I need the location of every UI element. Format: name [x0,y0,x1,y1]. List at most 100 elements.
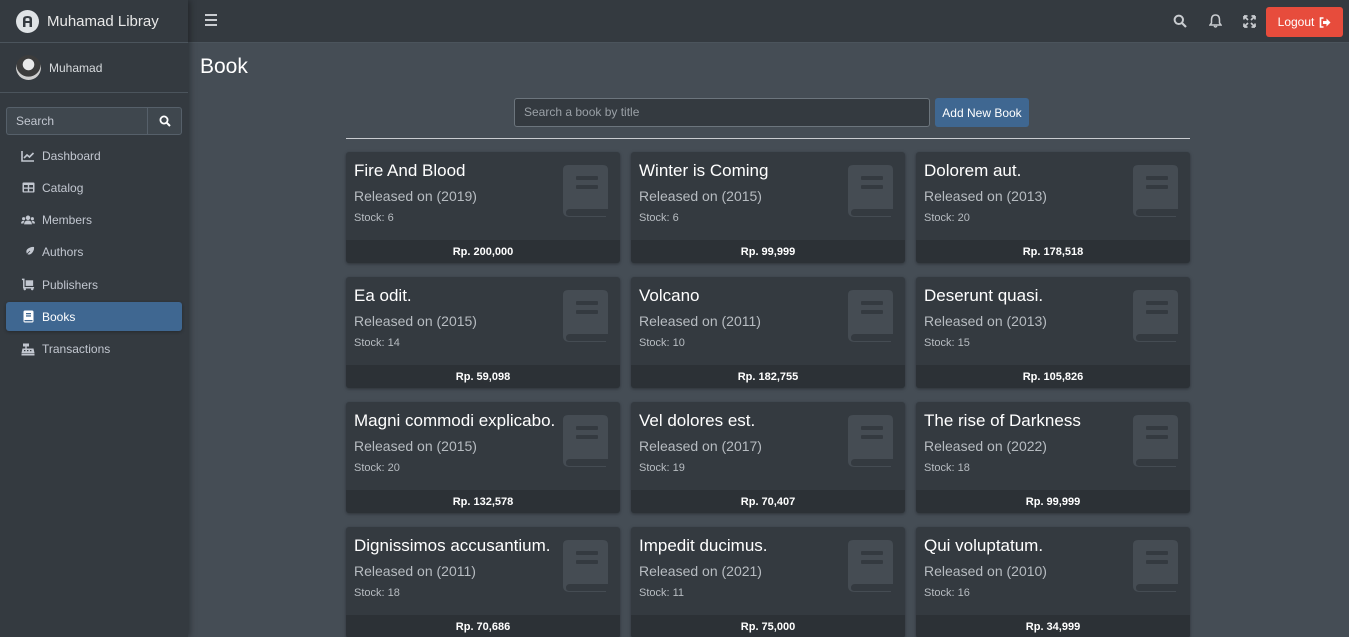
sidebar-item-label: Books [42,309,76,324]
sidebar-item-authors[interactable]: Authors [6,238,182,267]
book-card[interactable]: Fire And Blood Released on (2019) Stock:… [346,152,620,263]
book-title: Ea odit. [354,286,412,305]
book-release: Released on (2011) [639,313,761,329]
sidebar-item-transactions[interactable]: Transactions [6,335,182,364]
sidebar-item-label: Catalog [42,180,84,195]
book-release: Released on (2017) [639,438,762,454]
book-price: Rp. 34,999 [916,615,1190,637]
book-price: Rp. 59,098 [346,365,620,388]
book-card[interactable]: Volcano Released on (2011) Stock: 10 Rp.… [631,277,905,388]
menu-toggle-icon[interactable] [205,14,217,26]
bell-icon[interactable] [1207,13,1223,29]
sidebar-item-books[interactable]: Books [6,302,182,332]
book-title: Vel dolores est. [639,411,756,430]
book-title: Winter is Coming [639,161,769,180]
book-grid: Fire And Blood Released on (2019) Stock:… [346,152,1190,637]
book-icon [847,539,894,593]
book-icon [21,310,35,324]
book-icon [1132,289,1179,343]
book-release: Released on (2011) [354,563,476,579]
book-price: Rp. 75,000 [631,615,905,637]
book-title: Impedit ducimus. [639,536,768,555]
sidebar-item-label: Dashboard [42,148,101,163]
book-title: Dignissimos accusantium. [354,536,551,555]
user-name: Muhamad [49,60,103,75]
book-stock: Stock: 16 [924,587,970,599]
sidebar-item-label: Authors [42,245,84,260]
sidebar-item-label: Publishers [42,277,99,292]
feather-icon [21,245,35,259]
book-icon [1132,414,1179,468]
book-price: Rp. 70,407 [631,490,905,513]
sidebar-item-label: Transactions [42,342,111,357]
book-card[interactable]: Impedit ducimus. Released on (2021) Stoc… [631,527,905,637]
book-release: Released on (2013) [924,188,1047,204]
book-price: Rp. 70,686 [346,615,620,637]
sidebar-search-button[interactable] [147,107,182,135]
book-release: Released on (2010) [924,563,1047,579]
dolly-icon [21,278,35,292]
book-price: Rp. 178,518 [916,240,1190,263]
logout-label: Logout [1277,15,1315,29]
sidebar-item-label: Members [42,213,93,228]
book-card[interactable]: Dolorem aut. Released on (2013) Stock: 2… [916,152,1190,263]
brand-logo-icon [16,9,39,33]
page-title: Book [200,55,248,78]
book-stock: Stock: 6 [639,212,679,224]
book-title: Fire And Blood [354,161,466,180]
user-panel[interactable]: Muhamad [0,43,188,93]
book-card[interactable]: Magni commodi explicabo. Released on (20… [346,402,620,513]
sidebar-item-members[interactable]: Members [6,206,182,235]
book-title: Magni commodi explicabo. [354,411,556,430]
avatar [16,55,41,80]
search-icon[interactable] [1172,13,1188,29]
book-title: Deserunt quasi. [924,286,1044,305]
users-icon [21,213,35,227]
book-search-row: Search a book by title Add New Book [514,98,1029,127]
book-stock: Stock: 20 [354,462,400,474]
add-new-book-button[interactable]: Add New Book [935,98,1029,127]
book-card[interactable]: Vel dolores est. Released on (2017) Stoc… [631,402,905,513]
book-title: Qui voluptatum. [924,536,1044,555]
book-icon [562,289,609,343]
book-price: Rp. 99,999 [631,240,905,263]
book-search-input[interactable]: Search a book by title [514,98,930,127]
book-release: Released on (2021) [639,563,762,579]
sidebar-item-dashboard[interactable]: Dashboard [6,141,182,170]
book-price: Rp. 99,999 [916,490,1190,513]
book-price: Rp. 200,000 [346,240,620,263]
sidebar-item-publishers[interactable]: Publishers [6,270,182,299]
book-card[interactable]: Ea odit. Released on (2015) Stock: 14 Rp… [346,277,620,388]
book-title: The rise of Darkness [924,411,1081,430]
book-stock: Stock: 18 [924,462,970,474]
book-stock: Stock: 15 [924,337,970,349]
book-card[interactable]: The rise of Darkness Released on (2022) … [916,402,1190,513]
brand-name: Muhamad Libray [47,12,159,30]
book-release: Released on (2022) [924,438,1047,454]
search-icon [159,115,171,127]
book-card[interactable]: Dignissimos accusantium. Released on (20… [346,527,620,637]
book-release: Released on (2015) [639,188,762,204]
cash-register-icon [21,342,35,356]
sidebar-search-input[interactable]: Search [6,107,147,135]
sidebar-item-catalog[interactable]: Catalog [6,173,182,202]
book-price: Rp. 105,826 [916,365,1190,388]
book-card[interactable]: Qui voluptatum. Released on (2010) Stock… [916,527,1190,637]
book-card[interactable]: Deserunt quasi. Released on (2013) Stock… [916,277,1190,388]
book-icon [1132,539,1179,593]
book-price: Rp. 182,755 [631,365,905,388]
brand[interactable]: Muhamad Libray [0,0,188,43]
logout-button[interactable]: Logout [1266,7,1343,37]
book-price: Rp. 132,578 [346,490,620,513]
book-icon [562,164,609,218]
fullscreen-icon[interactable] [1241,13,1257,29]
book-release: Released on (2015) [354,313,477,329]
book-title: Volcano [639,286,700,305]
book-card[interactable]: Winter is Coming Released on (2015) Stoc… [631,152,905,263]
book-icon [847,164,894,218]
book-icon [847,289,894,343]
book-stock: Stock: 6 [354,212,394,224]
book-stock: Stock: 11 [639,587,685,599]
book-release: Released on (2013) [924,313,1047,329]
book-icon [1132,164,1179,218]
